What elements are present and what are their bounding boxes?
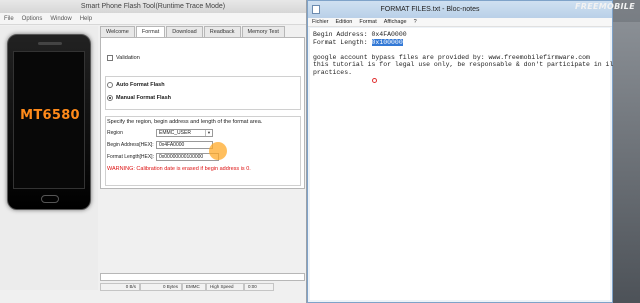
- status-mode: High Speed: [206, 283, 244, 291]
- background-strip: [613, 22, 640, 303]
- notepad-menubar: Fichier Edition Format Affichage ?: [308, 18, 612, 27]
- calibration-warning: WARNING: Calibration date is erased if b…: [107, 166, 251, 172]
- chevron-down-icon[interactable]: ▼: [205, 130, 212, 136]
- menu-format[interactable]: Format: [359, 18, 376, 26]
- status-time: 0:00: [244, 283, 274, 291]
- menu-fichier[interactable]: Fichier: [312, 18, 329, 26]
- phone-image: MT6580: [7, 34, 91, 210]
- manual-format-radio[interactable]: [107, 95, 113, 101]
- manual-format-option[interactable]: Manual Format Flash: [107, 95, 171, 101]
- tab-readback[interactable]: Readback: [203, 26, 241, 37]
- menu-edition[interactable]: Edition: [336, 18, 353, 26]
- menu-options[interactable]: Options: [22, 13, 43, 24]
- status-area: 0 B/s 0 Bytes EMMC High Speed 0:00: [100, 270, 305, 303]
- brand-logo: FREEMOBILE: [575, 2, 635, 11]
- menu-help[interactable]: ?: [414, 18, 417, 26]
- begin-address-label: Begin Address[HEX]:: [107, 142, 154, 148]
- tab-memory-test[interactable]: Memory Test: [241, 26, 285, 37]
- progress-bar: [100, 273, 305, 281]
- auto-format-radio[interactable]: [107, 82, 113, 88]
- menu-window[interactable]: Window: [50, 13, 71, 24]
- status-storage: EMMC: [182, 283, 206, 291]
- flash-tool-title: Smart Phone Flash Tool(Runtime Trace Mod…: [0, 0, 306, 13]
- click-marker-icon: [372, 78, 377, 83]
- text-line-source: google account bypass files are provided…: [313, 53, 590, 61]
- region-label: Region: [107, 130, 123, 136]
- manual-format-label: Manual Format Flash: [116, 95, 172, 101]
- format-area: Welcome Format Download Readback Memory …: [100, 26, 305, 270]
- watermark-logo: FREEMOBILE: [530, 291, 595, 301]
- tab-format[interactable]: Format: [135, 26, 166, 37]
- chip-label: MT6580: [20, 108, 80, 123]
- flash-tool-menubar: File Options Window Help: [0, 13, 306, 25]
- desktop: Smart Phone Flash Tool(Runtime Trace Mod…: [0, 0, 640, 303]
- phone-home-button: [41, 195, 59, 203]
- menu-affichage[interactable]: Affichage: [384, 18, 407, 26]
- device-panel: MT6580: [0, 26, 98, 290]
- begin-address-input[interactable]: 0x4FA0000: [156, 141, 213, 149]
- instructions: Specify the region, begin address and le…: [107, 119, 262, 125]
- tab-bar: Welcome Format Download Readback Memory …: [100, 26, 305, 37]
- notepad-titlebar: FORMAT FILES.txt - Bloc-notes: [308, 1, 612, 18]
- format-panel: Validation Auto Format Flash Manual Form…: [100, 37, 305, 189]
- instructions-text: Specify the region, begin address and le…: [107, 119, 263, 125]
- auto-format-option[interactable]: Auto Format Flash: [107, 82, 165, 88]
- auto-format-label: Auto Format Flash: [116, 82, 165, 88]
- mouse-cursor-highlight: [209, 142, 227, 160]
- text-line-practices: practices.: [313, 68, 353, 76]
- notepad-window: FORMAT FILES.txt - Bloc-notes Fichier Ed…: [307, 0, 633, 303]
- status-size: 0 Bytes: [140, 283, 182, 291]
- phone-speaker: [38, 42, 62, 45]
- notepad-title: FORMAT FILES.txt - Bloc-notes: [380, 6, 480, 13]
- validation-label: Validation: [116, 55, 140, 61]
- status-speed: 0 B/s: [100, 283, 140, 291]
- flash-tool-window: Smart Phone Flash Tool(Runtime Trace Mod…: [0, 0, 307, 303]
- tab-welcome[interactable]: Welcome: [100, 26, 135, 37]
- tab-download[interactable]: Download: [166, 26, 203, 37]
- format-area-group: [105, 116, 301, 186]
- text-line-begin: Begin Address: 0x4FA0000: [313, 31, 407, 38]
- phone-screen: MT6580: [13, 51, 85, 189]
- menu-file[interactable]: File: [4, 13, 14, 24]
- status-bar: 0 B/s 0 Bytes EMMC High Speed 0:00: [100, 283, 305, 291]
- notepad-text-area[interactable]: Begin Address: 0x4FA0000 Format Length: …: [310, 28, 633, 300]
- region-value: EMMC_USER: [159, 130, 191, 136]
- menu-help[interactable]: Help: [80, 13, 92, 24]
- validation-checkbox[interactable]: [107, 55, 113, 61]
- format-length-label: Format Length[HEX]:: [107, 154, 154, 160]
- region-select[interactable]: EMMC_USER ▼: [156, 129, 213, 137]
- validation-option[interactable]: Validation: [107, 55, 140, 61]
- text-line-length-prefix: Format Length:: [313, 38, 372, 46]
- text-line-disclaimer: this tutorial is for legal use only, be …: [313, 61, 633, 68]
- selected-length-text[interactable]: 0x100000: [371, 38, 403, 46]
